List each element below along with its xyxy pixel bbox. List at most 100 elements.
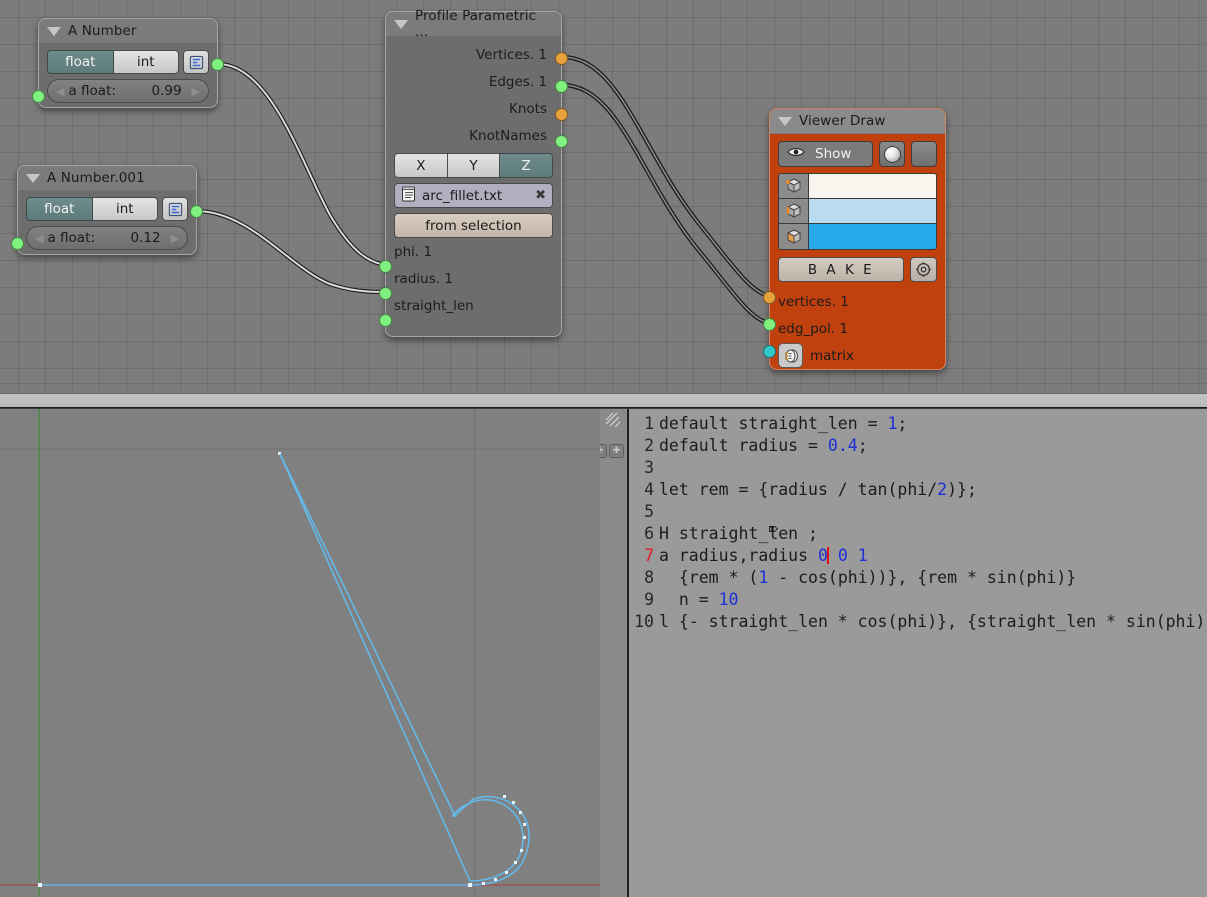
bake-button[interactable]: B A K E <box>778 257 904 282</box>
socket-output-number[interactable] <box>190 205 203 218</box>
value-number: 0.12 <box>130 230 161 246</box>
resize-grip-icon[interactable] <box>605 412 621 428</box>
text-datablock-field[interactable]: arc_fillet.txt ✖ <box>394 183 553 208</box>
node-viewer-draw[interactable]: Viewer Draw Show B A K E vertices. 1 edg… <box>763 108 946 370</box>
node-header[interactable]: Profile Parametric ... <box>386 8 561 40</box>
decrement-arrow[interactable]: ◀ <box>56 85 64 98</box>
socket-input-matrix[interactable] <box>763 345 776 358</box>
number-type-toggle[interactable]: float int <box>47 50 209 74</box>
show-toggle-button[interactable]: Show <box>778 141 873 167</box>
area-splitter-bar[interactable] <box>0 393 1207 408</box>
a-float-value-slider[interactable]: ◀ a float: 0.99 ▶ <box>47 79 209 103</box>
output-row-knotnames: KnotNames <box>394 122 553 149</box>
socket-output-edges[interactable] <box>555 80 568 93</box>
profile-straight-segment <box>279 453 471 818</box>
code-lines[interactable]: 1 default straight_len = 1; 2 default ra… <box>629 409 1207 897</box>
code-line-current[interactable]: 7 a radius,radius 0 0 1 <box>629 546 1207 568</box>
axis-button-x[interactable]: X <box>394 153 448 178</box>
line-number: 10 <box>634 612 654 631</box>
code-line[interactable]: 5 <box>629 502 1207 524</box>
from-selection-button[interactable]: from selection <box>394 213 553 238</box>
text-caret <box>826 547 829 564</box>
line-number: 1 <box>644 414 654 433</box>
node-header[interactable]: A Number <box>39 19 217 44</box>
code-line[interactable]: 1 default straight_len = 1; <box>629 414 1207 436</box>
input-row-matrix: matrix <box>778 342 937 369</box>
code-line[interactable]: 10 l {- straight_len * cos(phi)}, {strai… <box>629 612 1207 634</box>
decrement-arrow[interactable]: ◀ <box>35 232 43 245</box>
color-row-edges[interactable] <box>779 199 936 224</box>
input-row-radius: radius. 1 <box>394 265 553 292</box>
node-editor-area[interactable]: A Number float int ◀ a float: 0.99 ▶ A N… <box>0 0 1207 393</box>
node-title: A Number.001 <box>47 170 145 186</box>
node-body: float int ◀ a float: 0.12 ▶ <box>18 191 196 259</box>
socket-input-vertices[interactable] <box>763 291 776 304</box>
target-gear-icon[interactable] <box>910 257 937 282</box>
code-line[interactable]: 6 H straight_len ; ⌦ <box>629 520 1207 546</box>
socket-output-knots[interactable] <box>555 108 568 121</box>
socket-output-number[interactable] <box>211 58 224 71</box>
plus-icon-1[interactable]: ✚ <box>600 444 607 458</box>
blank-button[interactable] <box>911 141 937 167</box>
input-label: edg_pol. 1 <box>778 320 848 337</box>
node-a-number-001[interactable]: A Number.001 float int ◀ a float: 0.12 ▶ <box>11 165 203 255</box>
text-editor-area[interactable]: ✚ ✚ 1 default straight_len = 1; 2 defaul… <box>600 409 1207 897</box>
increment-arrow[interactable]: ▶ <box>171 232 179 245</box>
input-row-phi: phi. 1 <box>394 238 553 265</box>
axis-button-y[interactable]: Y <box>447 153 501 178</box>
socket-input-number[interactable] <box>11 237 24 250</box>
color-swatch-faces[interactable] <box>809 224 936 249</box>
socket-output-knotnames[interactable] <box>555 135 568 148</box>
properties-icon[interactable] <box>162 197 188 221</box>
socket-input-edg-pol[interactable] <box>763 318 776 331</box>
3d-viewport[interactable] <box>0 409 600 897</box>
triangle-down-icon[interactable] <box>47 26 61 36</box>
clear-x-icon[interactable]: ✖ <box>535 188 546 203</box>
socket-input-number[interactable] <box>32 90 45 103</box>
matrix-icon[interactable] <box>778 343 803 368</box>
number-type-toggle[interactable]: float int <box>26 197 188 221</box>
node-header[interactable]: Viewer Draw <box>770 109 945 134</box>
color-rows <box>778 173 937 250</box>
output-label: Vertices. 1 <box>475 46 547 63</box>
triangle-down-icon[interactable] <box>778 116 792 126</box>
axis-selector[interactable]: X Y Z <box>394 153 554 178</box>
socket-input-radius[interactable] <box>379 287 392 300</box>
color-swatch-edges[interactable] <box>809 199 936 223</box>
node-body: Vertices. 1 Edges. 1 Knots KnotNames X Y… <box>386 37 561 325</box>
node-a-number[interactable]: A Number float int ◀ a float: 0.99 ▶ <box>32 18 224 108</box>
increment-arrow[interactable]: ▶ <box>192 85 200 98</box>
face-cube-icon <box>779 224 809 249</box>
color-row-vertices[interactable] <box>779 174 936 199</box>
a-float-value-slider[interactable]: ◀ a float: 0.12 ▶ <box>26 226 188 250</box>
triangle-down-icon[interactable] <box>26 173 40 183</box>
node-body: float int ◀ a float: 0.99 ▶ <box>39 44 217 112</box>
color-swatch-vertices[interactable] <box>809 174 936 198</box>
node-profile-parametric[interactable]: Profile Parametric ... Vertices. 1 Edges… <box>379 8 568 337</box>
shading-ball-icon[interactable] <box>879 141 905 167</box>
toggle-int[interactable]: int <box>92 197 158 221</box>
curve-vertices <box>38 452 526 887</box>
toggle-float[interactable]: float <box>47 50 114 74</box>
line-number: 4 <box>644 480 654 499</box>
properties-icon[interactable] <box>183 50 209 74</box>
code-line[interactable]: 8 {rem * (1 - cos(phi))}, {rem * sin(phi… <box>629 568 1207 590</box>
node-header[interactable]: A Number.001 <box>18 166 196 191</box>
socket-output-vertices[interactable] <box>555 52 568 65</box>
code-line[interactable]: 4 let rem = {radius / tan(phi/2)}; <box>629 480 1207 502</box>
eye-icon <box>787 146 805 162</box>
socket-input-straight-len[interactable] <box>379 314 392 327</box>
code-line[interactable]: 9 n = 10 <box>629 590 1207 612</box>
plus-icon-2[interactable]: ✚ <box>609 444 624 458</box>
code-line[interactable]: 2 default radius = 0.4; <box>629 436 1207 458</box>
toggle-int[interactable]: int <box>113 50 179 74</box>
color-row-faces[interactable] <box>779 224 936 249</box>
bake-row: B A K E <box>778 257 937 282</box>
socket-input-phi[interactable] <box>379 260 392 273</box>
code-line[interactable]: 3 <box>629 458 1207 480</box>
show-row: Show <box>778 141 937 167</box>
node-body: Show B A K E vertices. 1 edg_pol. 1 matr… <box>770 134 945 375</box>
toggle-float[interactable]: float <box>26 197 93 221</box>
triangle-down-icon[interactable] <box>394 19 408 29</box>
axis-button-z[interactable]: Z <box>500 153 554 178</box>
